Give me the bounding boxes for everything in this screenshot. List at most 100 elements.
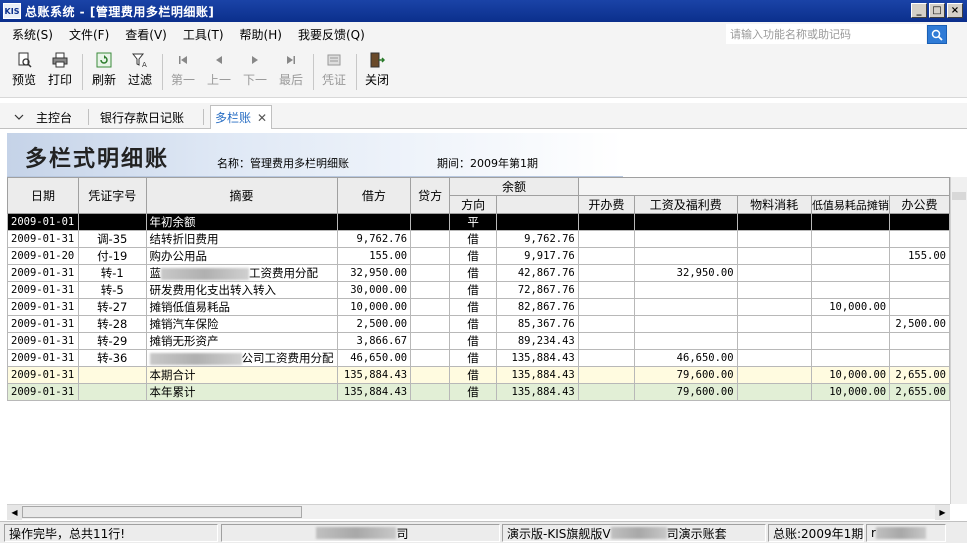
- function-search-input[interactable]: 请输入功能名称或助记码: [726, 24, 926, 44]
- cell-date[interactable]: 2009-01-31: [7, 315, 79, 333]
- cell-balance[interactable]: [496, 213, 579, 231]
- close-window-icon[interactable]: ×: [947, 3, 963, 18]
- table-row[interactable]: 2009-01-31 本年累计 135,884.43 借 135,884.43 79,60…: [7, 383, 950, 401]
- cell-material[interactable]: [736, 281, 812, 299]
- tab-main-console[interactable]: 主控台: [32, 105, 76, 129]
- cell-summary[interactable]: 本年累计: [145, 383, 338, 401]
- horizontal-scrollbar[interactable]: ◀ ▶: [7, 504, 950, 520]
- header-office-expense[interactable]: 办公费: [889, 195, 950, 214]
- cell-debit[interactable]: 135,884.43: [336, 366, 412, 384]
- cell-low-value-amortization[interactable]: 10,000.00: [810, 383, 891, 401]
- cell-debit[interactable]: 3,866.67: [336, 332, 412, 350]
- cell-balance[interactable]: 82,867.76: [496, 298, 579, 316]
- cell-startup-cost[interactable]: [577, 315, 635, 333]
- cell-salary-welfare[interactable]: [633, 230, 738, 248]
- refresh-button[interactable]: 刷新: [86, 52, 122, 88]
- cell-summary[interactable]: 蓝 工资费用分配: [145, 264, 338, 282]
- cell-credit[interactable]: [410, 247, 451, 265]
- filter-button[interactable]: A 过滤: [122, 52, 158, 88]
- menu-file[interactable]: 文件(F): [61, 26, 117, 43]
- cell-direction[interactable]: 借: [449, 366, 498, 384]
- header-low-value-amortization[interactable]: 低值易耗品摊销: [810, 195, 891, 214]
- cell-summary[interactable]: 年初余额: [145, 213, 338, 231]
- voucher-button[interactable]: 凭证: [316, 52, 352, 88]
- table-row[interactable]: 2009-01-31 本期合计 135,884.43 借 135,884.43 79,60…: [7, 366, 950, 384]
- cell-material[interactable]: [736, 349, 812, 367]
- cell-direction[interactable]: 借: [449, 264, 498, 282]
- close-button[interactable]: 关闭: [359, 52, 395, 88]
- header-direction[interactable]: 方向: [449, 195, 498, 214]
- cell-low-value-amortization[interactable]: [810, 332, 891, 350]
- cell-voucher[interactable]: 转-1: [77, 264, 147, 282]
- cell-date[interactable]: 2009-01-20: [7, 247, 79, 265]
- header-salary-welfare[interactable]: 工资及福利费: [633, 195, 738, 214]
- cell-credit[interactable]: [410, 383, 451, 401]
- cell-startup-cost[interactable]: [577, 349, 635, 367]
- cell-salary-welfare[interactable]: [633, 247, 738, 265]
- cell-date[interactable]: 2009-01-31: [7, 281, 79, 299]
- cell-debit[interactable]: 46,650.00: [336, 349, 412, 367]
- table-row[interactable]: 2009-01-31 调-35 结转折旧费用 9,762.76 借 9,762.76: [7, 230, 950, 248]
- cell-direction[interactable]: 借: [449, 332, 498, 350]
- scroll-thumb[interactable]: [952, 192, 966, 200]
- close-icon[interactable]: ✕: [257, 111, 267, 125]
- menu-view[interactable]: 查看(V): [117, 26, 175, 43]
- cell-date[interactable]: 2009-01-31: [7, 366, 79, 384]
- cell-date[interactable]: 2009-01-31: [7, 230, 79, 248]
- scroll-right-icon[interactable]: ▶: [935, 505, 950, 520]
- tab-multi-column-ledger[interactable]: 多栏账 ✕: [210, 105, 273, 129]
- table-row[interactable]: 2009-01-20 付-19 购办公用品 155.00 借 9,917.76 155.00: [7, 247, 950, 265]
- cell-date[interactable]: 2009-01-31: [7, 332, 79, 350]
- cell-voucher[interactable]: 转-5: [77, 281, 147, 299]
- cell-summary[interactable]: 摊销无形资产: [145, 332, 338, 350]
- cell-salary-welfare[interactable]: [633, 332, 738, 350]
- cell-direction[interactable]: 借: [449, 298, 498, 316]
- cell-voucher[interactable]: 转-29: [77, 332, 147, 350]
- cell-summary[interactable]: 本期合计: [145, 366, 338, 384]
- menu-tools[interactable]: 工具(T): [175, 26, 232, 43]
- preview-button[interactable]: 预览: [6, 52, 42, 88]
- table-row[interactable]: 2009-01-01 年初余额 平: [7, 213, 950, 231]
- header-voucher[interactable]: 凭证字号: [77, 177, 147, 214]
- cell-balance[interactable]: 85,367.76: [496, 315, 579, 333]
- cell-balance[interactable]: 135,884.43: [496, 349, 579, 367]
- header-balance[interactable]: 余额: [449, 177, 579, 196]
- prev-button[interactable]: 上一: [201, 52, 237, 88]
- cell-salary-welfare[interactable]: 79,600.00: [633, 383, 738, 401]
- cell-startup-cost[interactable]: [577, 213, 635, 231]
- cell-office-expense[interactable]: 2,655.00: [889, 383, 950, 401]
- cell-summary[interactable]: 摊销汽车保险: [145, 315, 338, 333]
- cell-date[interactable]: 2009-01-31: [7, 264, 79, 282]
- cell-credit[interactable]: [410, 264, 451, 282]
- cell-office-expense[interactable]: [889, 230, 950, 248]
- cell-voucher[interactable]: 调-35: [77, 230, 147, 248]
- cell-salary-welfare[interactable]: 46,650.00: [633, 349, 738, 367]
- first-button[interactable]: 第一: [165, 52, 201, 88]
- cell-debit[interactable]: 30,000.00: [336, 281, 412, 299]
- cell-material[interactable]: [736, 383, 812, 401]
- cell-low-value-amortization[interactable]: [810, 281, 891, 299]
- cell-debit[interactable]: [336, 213, 412, 231]
- cell-voucher[interactable]: [77, 383, 147, 401]
- cell-debit[interactable]: 9,762.76: [336, 230, 412, 248]
- cell-startup-cost[interactable]: [577, 366, 635, 384]
- cell-summary[interactable]: 购办公用品: [145, 247, 338, 265]
- cell-material[interactable]: [736, 332, 812, 350]
- header-summary[interactable]: 摘要: [145, 177, 338, 214]
- cell-startup-cost[interactable]: [577, 230, 635, 248]
- cell-low-value-amortization[interactable]: [810, 213, 891, 231]
- cell-office-expense[interactable]: 2,655.00: [889, 366, 950, 384]
- cell-credit[interactable]: [410, 366, 451, 384]
- cell-startup-cost[interactable]: [577, 298, 635, 316]
- cell-credit[interactable]: [410, 349, 451, 367]
- cell-direction[interactable]: 借: [449, 349, 498, 367]
- cell-credit[interactable]: [410, 298, 451, 316]
- cell-direction[interactable]: 借: [449, 281, 498, 299]
- cell-salary-welfare[interactable]: 79,600.00: [633, 366, 738, 384]
- cell-balance[interactable]: 72,867.76: [496, 281, 579, 299]
- cell-voucher[interactable]: [77, 213, 147, 231]
- cell-date[interactable]: 2009-01-31: [7, 383, 79, 401]
- cell-voucher[interactable]: 付-19: [77, 247, 147, 265]
- next-button[interactable]: 下一: [237, 52, 273, 88]
- cell-startup-cost[interactable]: [577, 332, 635, 350]
